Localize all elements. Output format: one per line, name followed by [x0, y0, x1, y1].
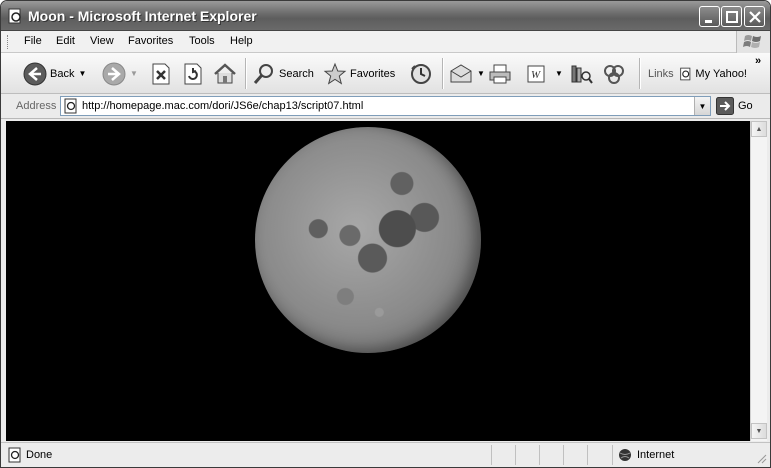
toolbar-separator: [639, 58, 641, 89]
back-dropdown-icon[interactable]: ▼: [78, 69, 86, 78]
history-button[interactable]: [409, 60, 433, 87]
my-yahoo-label: My Yahoo!: [695, 67, 747, 80]
security-zone: Internet: [618, 448, 674, 462]
print-button[interactable]: [488, 60, 512, 87]
menu-grip[interactable]: [7, 35, 10, 49]
messenger-button[interactable]: [602, 60, 626, 87]
page-done-icon: [8, 447, 21, 463]
menu-favorites[interactable]: Favorites: [128, 35, 173, 47]
search-label: Search: [279, 67, 314, 80]
forward-dropdown-icon[interactable]: ▼: [130, 69, 138, 78]
favorites-button[interactable]: Favorites: [323, 60, 395, 87]
chevron-more-icon[interactable]: »: [755, 55, 761, 67]
status-cell: [587, 445, 588, 465]
go-label: Go: [738, 100, 753, 112]
printer-icon: [489, 64, 511, 83]
standard-toolbar: Back ▼ ▼ Search Favorites ▼ W ▼ Links My…: [1, 53, 770, 94]
maximize-button[interactable]: [721, 6, 742, 27]
mail-button[interactable]: ▼: [449, 60, 485, 87]
ie-page-icon: [8, 8, 21, 24]
scroll-down-icon[interactable]: ▼: [751, 423, 767, 439]
status-bar: Done Internet: [1, 442, 770, 467]
menu-edit[interactable]: Edit: [56, 35, 75, 47]
search-button[interactable]: Search: [252, 60, 314, 87]
mail-dropdown-icon[interactable]: ▼: [477, 69, 485, 78]
search-icon: [253, 63, 273, 84]
minimize-button[interactable]: [699, 6, 720, 27]
menu-tools[interactable]: Tools: [189, 35, 215, 47]
status-text: Done: [26, 449, 53, 461]
page-content: [6, 121, 750, 441]
edit-word-button[interactable]: W ▼: [525, 60, 563, 87]
go-button[interactable]: Go: [716, 97, 753, 115]
refresh-icon: [184, 63, 202, 84]
forward-button[interactable]: ▼: [102, 60, 138, 87]
globe-icon: [619, 449, 631, 461]
home-button[interactable]: [213, 60, 237, 87]
windows-flag-logo: [736, 31, 770, 53]
scroll-up-icon[interactable]: ▲: [751, 121, 767, 137]
window-title: Moon - Microsoft Internet Explorer: [28, 8, 257, 24]
edit-dropdown-icon[interactable]: ▼: [555, 69, 563, 78]
link-page-icon: [680, 67, 691, 80]
close-button[interactable]: [744, 6, 765, 27]
status-cell: [612, 445, 613, 465]
browser-window: Moon - Microsoft Internet Explorer File …: [0, 0, 771, 468]
stop-icon: [152, 63, 170, 84]
research-books-icon: [571, 65, 593, 84]
link-my-yahoo[interactable]: My Yahoo!: [679, 60, 747, 87]
address-label: Address: [16, 100, 57, 112]
favorites-star-icon: [323, 62, 347, 85]
back-button[interactable]: Back ▼: [23, 60, 86, 87]
status-cell: [515, 445, 516, 465]
stop-button[interactable]: [150, 60, 172, 87]
home-icon: [214, 62, 236, 83]
address-bar: Address ▼ Go: [1, 94, 770, 119]
status-cell: [563, 445, 564, 465]
address-input[interactable]: [82, 98, 694, 114]
back-arrow-icon: [23, 62, 47, 85]
go-arrow-icon: [716, 97, 734, 115]
history-clock-icon: [411, 63, 431, 84]
status-cell: [539, 445, 540, 465]
status-cell: [491, 445, 492, 465]
favorites-label: Favorites: [350, 67, 396, 80]
word-document-icon: W: [527, 65, 545, 82]
moon-image: [255, 127, 481, 353]
menu-view[interactable]: View: [90, 35, 114, 47]
menu-file[interactable]: File: [24, 35, 42, 47]
zone-label: Internet: [637, 449, 675, 461]
toolbar-separator: [442, 58, 444, 89]
resize-grip-icon[interactable]: [755, 452, 767, 464]
address-box[interactable]: ▼: [60, 96, 711, 116]
minimize-icon: [705, 20, 712, 23]
menu-bar: File Edit View Favorites Tools Help: [1, 31, 770, 53]
close-icon: [749, 11, 761, 23]
back-label: Back: [50, 67, 75, 80]
menu-help[interactable]: Help: [230, 35, 253, 47]
vertical-scrollbar[interactable]: ▲ ▼: [750, 121, 767, 441]
refresh-button[interactable]: [182, 60, 204, 87]
windows-logo-icon: [743, 35, 761, 48]
research-button[interactable]: [569, 60, 593, 87]
toolbar-separator: [245, 58, 247, 89]
messenger-icon: [604, 64, 624, 84]
svg-text:W: W: [531, 69, 541, 81]
title-bar: Moon - Microsoft Internet Explorer: [1, 1, 770, 31]
maximize-icon: [726, 11, 738, 23]
address-dropdown-icon[interactable]: ▼: [694, 97, 710, 115]
forward-arrow-icon: [102, 62, 126, 85]
page-icon: [64, 98, 77, 114]
links-label: Links: [648, 67, 674, 80]
mail-envelope-icon: [450, 63, 472, 82]
